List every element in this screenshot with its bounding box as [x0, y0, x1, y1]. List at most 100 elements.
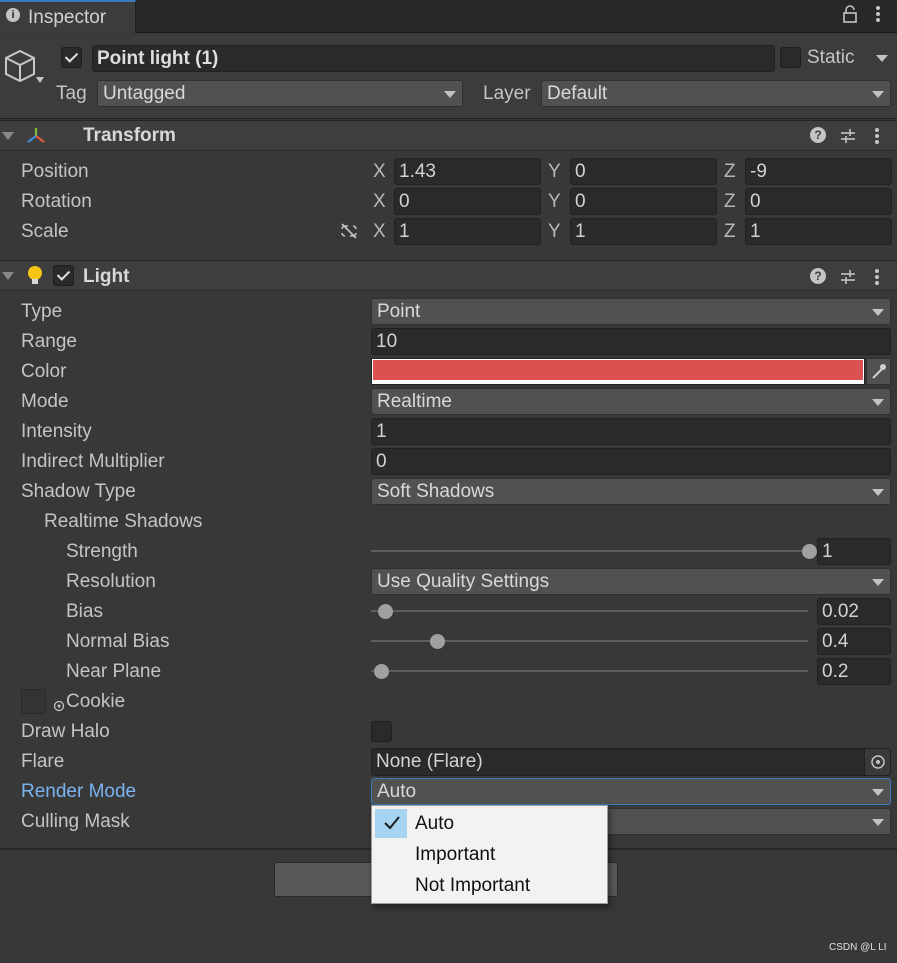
layer-value: Default [547, 83, 608, 104]
help-icon[interactable]: ? [810, 268, 826, 284]
color-field[interactable] [371, 358, 865, 385]
indirect-multiplier-value: 0 [376, 451, 387, 472]
resolution-dropdown[interactable]: Use Quality Settings [371, 568, 891, 595]
tab-inspector[interactable]: i Inspector [0, 0, 136, 33]
position-x-value: 1.43 [399, 161, 436, 182]
lightbulb-icon [27, 265, 43, 287]
static-dropdown-icon[interactable] [876, 55, 888, 62]
bias-value: 0.02 [822, 601, 859, 622]
scale-x-axis[interactable]: X [373, 221, 386, 243]
flare-object-field[interactable]: None (Flare) [371, 748, 891, 776]
foldout-arrow-icon[interactable] [2, 272, 14, 280]
chevron-down-icon [872, 789, 884, 796]
render-mode-value: Auto [377, 781, 417, 802]
chevron-down-icon [872, 579, 884, 586]
chevron-down-icon [872, 309, 884, 316]
near-plane-label: Near Plane [66, 661, 162, 682]
position-y-field[interactable]: 0 [570, 158, 717, 185]
range-field[interactable]: 10 [371, 328, 891, 355]
cookie-texture-slot[interactable] [21, 689, 46, 714]
more-menu-icon[interactable] [868, 5, 888, 27]
near-plane-slider-track[interactable] [371, 670, 808, 672]
normal-bias-field[interactable]: 0.4 [817, 628, 891, 655]
constrain-proportions-icon[interactable] [339, 222, 359, 240]
scale-x-value: 1 [399, 221, 410, 242]
mode-dropdown[interactable]: Realtime [371, 388, 891, 415]
strength-label: Strength [66, 541, 138, 562]
normal-bias-label: Normal Bias [66, 631, 170, 652]
scale-z-value: 1 [750, 221, 761, 242]
render-mode-menu: Auto Important Not Important [371, 805, 608, 904]
eyedropper-icon[interactable] [866, 358, 891, 385]
object-name-text: Point light (1) [97, 48, 219, 69]
scale-z-axis[interactable]: Z [724, 221, 736, 243]
near-plane-slider-thumb[interactable] [374, 664, 389, 679]
foldout-arrow-icon[interactable] [2, 132, 14, 140]
draw-halo-checkbox[interactable] [371, 721, 392, 742]
normal-bias-slider-thumb[interactable] [429, 634, 445, 649]
rotation-y-axis[interactable]: Y [548, 191, 561, 213]
light-title: Light [83, 266, 130, 287]
render-mode-dropdown[interactable]: Auto [371, 778, 891, 805]
rotation-y-field[interactable]: 0 [570, 188, 717, 215]
type-label: Type [21, 301, 63, 322]
preset-icon[interactable] [839, 127, 857, 145]
near-plane-field[interactable]: 0.2 [817, 658, 891, 685]
bias-field[interactable]: 0.02 [817, 598, 891, 625]
type-dropdown[interactable]: Point [371, 298, 891, 325]
position-x-axis[interactable]: X [373, 161, 386, 183]
rotation-x-axis[interactable]: X [373, 191, 386, 213]
help-icon[interactable]: ? [810, 127, 826, 143]
shadow-type-label: Shadow Type [21, 481, 136, 502]
object-picker-icon[interactable] [864, 749, 890, 775]
scale-y-axis[interactable]: Y [548, 221, 561, 243]
tag-dropdown[interactable]: Untagged [97, 80, 463, 107]
position-z-value: -9 [750, 161, 767, 182]
gameobject-icon[interactable] [4, 45, 48, 89]
light-enabled-checkbox[interactable] [53, 265, 74, 286]
rotation-x-field[interactable]: 0 [394, 188, 541, 215]
rotation-z-field[interactable]: 0 [745, 188, 892, 215]
rotation-z-axis[interactable]: Z [724, 191, 736, 213]
active-checkbox[interactable] [61, 47, 82, 68]
scale-x-field[interactable]: 1 [394, 218, 541, 245]
watermark: CSDN @L LI [829, 942, 887, 953]
preset-icon[interactable] [839, 268, 857, 286]
flare-value: None (Flare) [376, 751, 483, 772]
bias-slider-track[interactable] [371, 610, 808, 612]
static-checkbox[interactable] [780, 47, 801, 68]
menu-item-important[interactable]: Important [372, 839, 607, 870]
color-swatch [373, 360, 863, 380]
strength-slider-track[interactable] [371, 550, 808, 552]
position-x-field[interactable]: 1.43 [394, 158, 541, 185]
component-menu-icon[interactable] [874, 268, 882, 286]
lock-icon[interactable] [840, 5, 860, 25]
scale-y-field[interactable]: 1 [570, 218, 717, 245]
intensity-field[interactable]: 1 [371, 418, 891, 445]
scale-label: Scale [21, 221, 69, 242]
bias-slider-thumb[interactable] [378, 604, 394, 619]
rotation-x-value: 0 [399, 191, 410, 212]
scale-z-field[interactable]: 1 [745, 218, 892, 245]
type-value: Point [377, 301, 421, 322]
layer-dropdown[interactable]: Default [541, 80, 891, 107]
position-z-field[interactable]: -9 [745, 158, 892, 185]
strength-value: 1 [822, 541, 833, 562]
menu-item-not-important[interactable]: Not Important [372, 870, 607, 901]
menu-item-auto[interactable]: Auto [372, 808, 607, 839]
object-picker-icon[interactable] [53, 696, 65, 712]
component-menu-icon[interactable] [874, 127, 882, 145]
indirect-multiplier-field[interactable]: 0 [371, 448, 891, 475]
scale-y-value: 1 [575, 221, 586, 242]
position-y-axis[interactable]: Y [548, 161, 561, 183]
resolution-value: Use Quality Settings [377, 571, 550, 592]
position-z-axis[interactable]: Z [724, 161, 736, 183]
object-name-field[interactable]: Point light (1) [92, 45, 775, 72]
resolution-label: Resolution [66, 571, 156, 592]
light-header[interactable] [0, 260, 897, 291]
shadow-type-dropdown[interactable]: Soft Shadows [371, 478, 891, 505]
strength-slider-thumb[interactable] [802, 544, 817, 559]
strength-field[interactable]: 1 [817, 538, 891, 565]
tag-label: Tag [56, 83, 87, 104]
tab-title: Inspector [28, 7, 107, 28]
